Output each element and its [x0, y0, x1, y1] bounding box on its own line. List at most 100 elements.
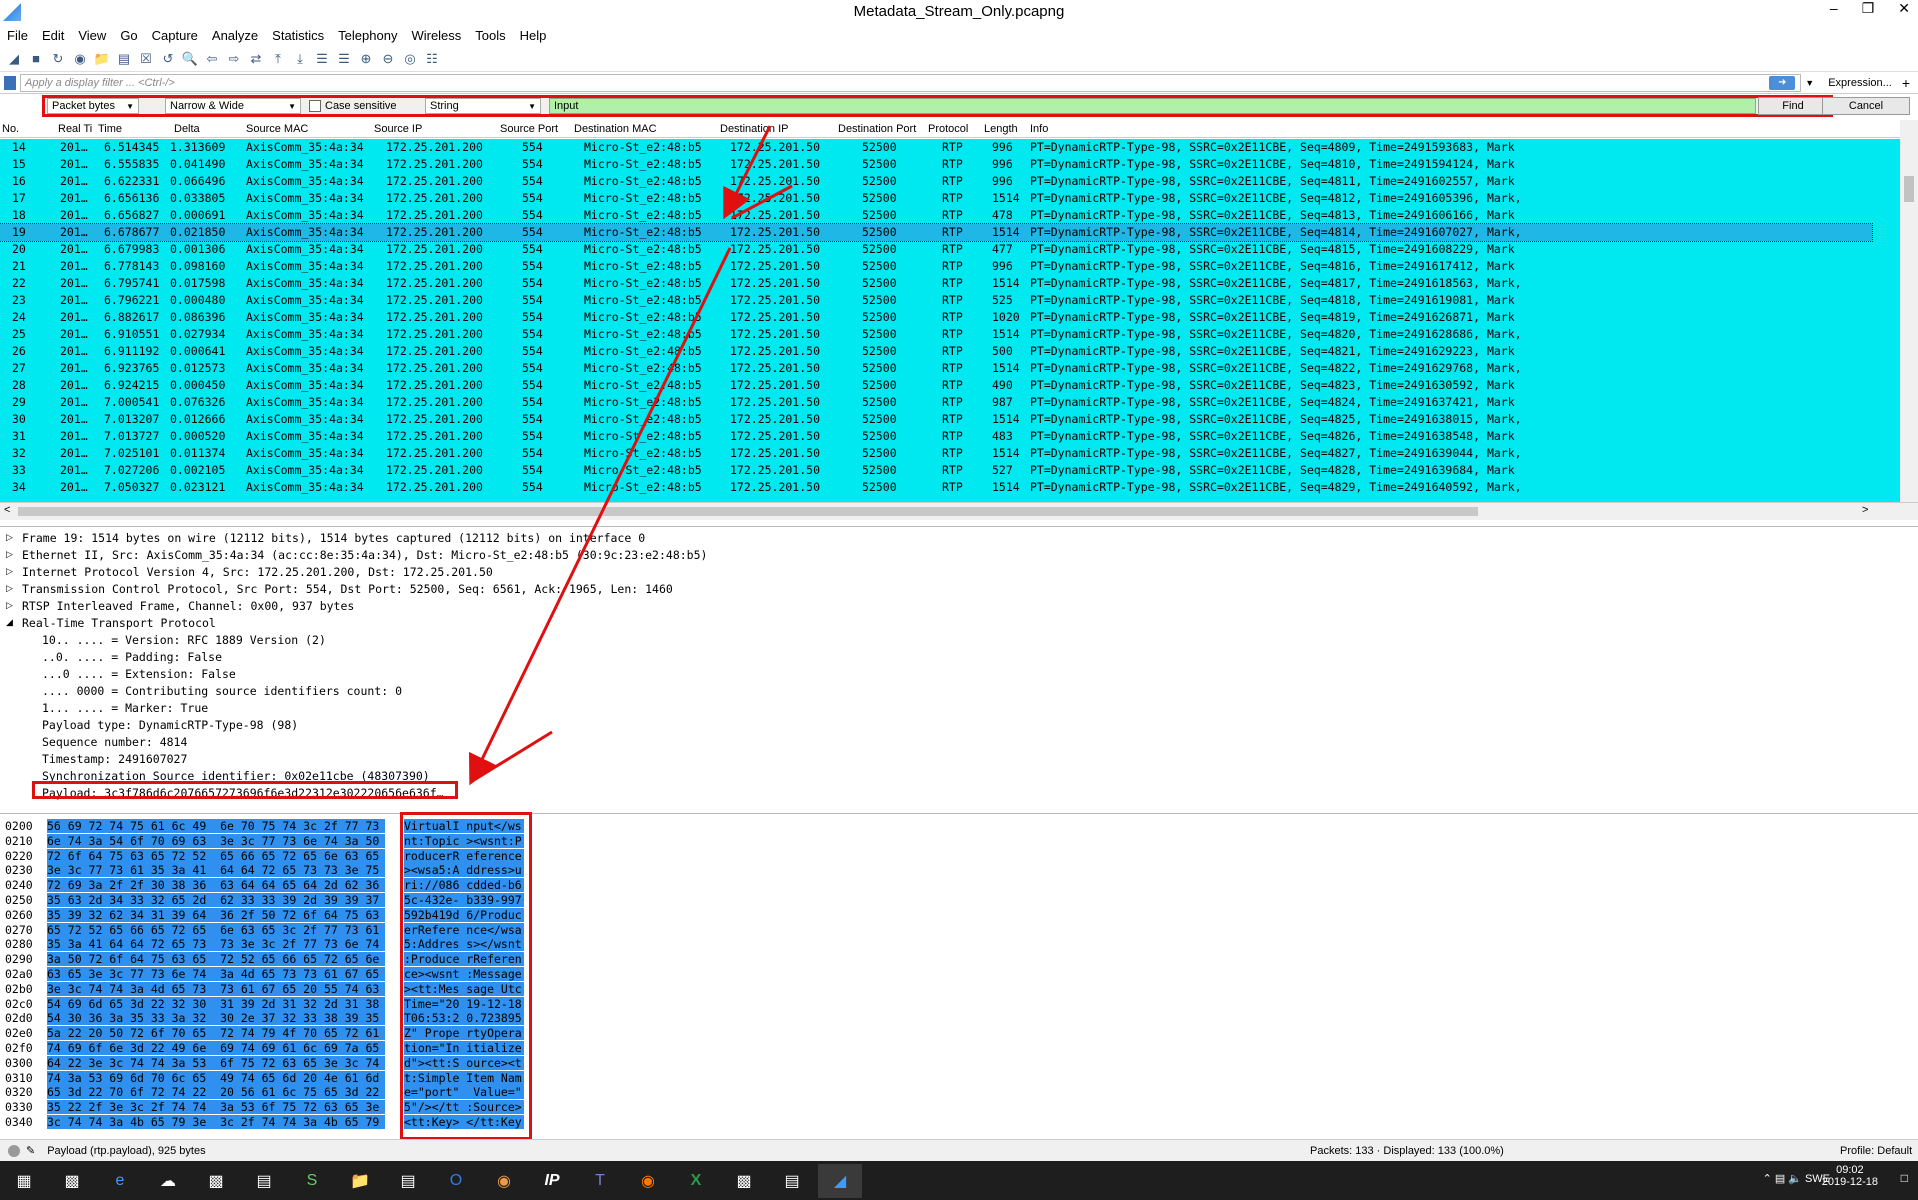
menu-wireless[interactable]: Wireless	[411, 28, 461, 43]
teams-app-icon[interactable]: T	[578, 1164, 622, 1198]
packet-list[interactable]: 14 201… 6.514345 1.313609 AxisComm_35:4a:34 1…	[0, 139, 1900, 502]
detail-tree-item[interactable]: RTSP Interleaved Frame, Channel: 0x00, 9…	[22, 599, 354, 613]
column-header-delta[interactable]: Delta	[174, 123, 200, 135]
packet-row[interactable]: 31 201… 7.013727 0.000520 AxisComm_35:4a:34 1…	[0, 428, 1872, 445]
tree-expander-icon[interactable]: ▷	[6, 532, 13, 543]
bytes-offset[interactable]: 0260	[5, 908, 33, 922]
find-button[interactable]: Find	[1758, 97, 1828, 115]
cloud-app-icon[interactable]: ☁	[146, 1164, 190, 1198]
bytes-offset[interactable]: 0200	[5, 819, 33, 833]
go-back-icon[interactable]: ⇦	[202, 49, 222, 69]
close-file-icon[interactable]: ☒	[136, 49, 156, 69]
save-file-icon[interactable]: ▤	[114, 49, 134, 69]
outlook-app-icon[interactable]: O	[434, 1164, 478, 1198]
column-header-protocol[interactable]: Protocol	[928, 123, 968, 135]
folder-app-icon[interactable]: 📁	[338, 1164, 382, 1198]
edit-comment-icon[interactable]: ✎	[26, 1144, 35, 1157]
menu-tools[interactable]: Tools	[475, 28, 505, 43]
detail-tree-item[interactable]: Internet Protocol Version 4, Src: 172.25…	[22, 565, 493, 579]
go-to-packet-icon[interactable]: ⇄	[246, 49, 266, 69]
tree-expander-icon[interactable]: ◢	[6, 617, 13, 628]
search-type-select[interactable]: String ▼	[425, 98, 541, 114]
packet-row[interactable]: 21 201… 6.778143 0.098160 AxisComm_35:4a:34 1…	[0, 258, 1872, 275]
first-packet-icon[interactable]: ⤒	[268, 49, 288, 69]
auto-scroll-icon[interactable]: ☰	[312, 49, 332, 69]
bytes-hex[interactable]: 3a 50 72 6f 64 75 63 65 72 52 65 66 65 7…	[47, 952, 385, 967]
close-icon[interactable]: ✕	[1898, 0, 1910, 17]
packet-row[interactable]: 24 201… 6.882617 0.086396 AxisComm_35:4a:34 1…	[0, 309, 1872, 326]
expression-button[interactable]: Expression...	[1828, 77, 1892, 89]
menu-analyze[interactable]: Analyze	[212, 28, 258, 43]
packet-bytes-pane[interactable]: 0200 56 69 72 74 75 61 6c 49 6e 70 75 74 …	[0, 813, 1918, 1135]
column-header-time[interactable]: Time	[98, 123, 122, 135]
packet-row[interactable]: 27 201… 6.923765 0.012573 AxisComm_35:4a:34 1…	[0, 360, 1872, 377]
detail-tree-item[interactable]: Transmission Control Protocol, Src Port:…	[22, 582, 673, 596]
detail-tree-item[interactable]: Payload type: DynamicRTP-Type-98 (98)	[42, 718, 298, 732]
menu-telephony[interactable]: Telephony	[338, 28, 397, 43]
restore-icon[interactable]: ❐	[1862, 0, 1875, 17]
packet-row[interactable]: 17 201… 6.656136 0.033805 AxisComm_35:4a:34 1…	[0, 190, 1872, 207]
column-header-real-ti[interactable]: Real Ti	[58, 123, 92, 135]
stop-capture-icon[interactable]: ■	[26, 49, 46, 69]
detail-tree-item[interactable]: 1... .... = Marker: True	[42, 701, 208, 715]
packet-row[interactable]: 16 201… 6.622331 0.066496 AxisComm_35:4a:34 1…	[0, 173, 1872, 190]
tree-expander-icon[interactable]: ▷	[6, 549, 13, 560]
bytes-hex[interactable]: 72 6f 64 75 63 65 72 52 65 66 65 72 65 6…	[47, 848, 385, 863]
windows-start-icon[interactable]: ▦	[2, 1164, 46, 1198]
column-header-info[interactable]: Info	[1030, 123, 1048, 135]
add-filter-button[interactable]: +	[1902, 75, 1910, 91]
zoom-in-icon[interactable]: ⊕	[356, 49, 376, 69]
tree-expander-icon[interactable]: ▷	[6, 583, 13, 594]
bytes-hex[interactable]: 5a 22 20 50 72 6f 70 65 72 74 79 4f 70 6…	[47, 1026, 385, 1041]
notifications-icon[interactable]: □	[1901, 1171, 1908, 1185]
bytes-offset[interactable]: 0340	[5, 1115, 33, 1129]
column-header-length[interactable]: Length	[984, 123, 1018, 135]
bytes-hex[interactable]: 64 22 3e 3c 74 74 3a 53 6f 75 72 63 65 3…	[47, 1055, 385, 1070]
restart-capture-icon[interactable]: ↻	[48, 49, 68, 69]
detail-tree-item[interactable]: ..0. .... = Padding: False	[42, 650, 222, 664]
column-header-source-mac[interactable]: Source MAC	[246, 123, 308, 135]
menu-statistics[interactable]: Statistics	[272, 28, 324, 43]
bytes-offset[interactable]: 0290	[5, 952, 33, 966]
bytes-hex[interactable]: 65 3d 22 70 6f 72 74 22 20 56 61 6c 75 6…	[47, 1085, 385, 1100]
find-packet-icon[interactable]: 🔍	[180, 49, 200, 69]
packet-row[interactable]: 34 201… 7.050327 0.023121 AxisComm_35:4a:34 1…	[0, 479, 1872, 496]
last-packet-icon[interactable]: ⤓	[290, 49, 310, 69]
tray-icons[interactable]: ⌃ ▤ 🔈	[1763, 1172, 1802, 1185]
system-clock[interactable]: ⌃ ▤ 🔈 SWE 09:02 2019-12-18	[1763, 1164, 1878, 1188]
bytes-hex[interactable]: 3e 3c 77 73 61 35 3a 41 64 64 72 65 73 7…	[47, 863, 385, 878]
firefox-app-icon[interactable]: ◉	[626, 1164, 670, 1198]
detail-tree-item[interactable]: Sequence number: 4814	[42, 735, 187, 749]
packet-row[interactable]: 29 201… 7.000541 0.076326 AxisComm_35:4a:34 1…	[0, 394, 1872, 411]
column-header-source-ip[interactable]: Source IP	[374, 123, 422, 135]
tree-expander-icon[interactable]: ▷	[6, 566, 13, 577]
packet-list-hscrollbar[interactable]: < >	[0, 502, 1918, 520]
start-capture-icon[interactable]: ◢	[4, 49, 24, 69]
bytes-offset[interactable]: 0220	[5, 849, 33, 863]
bytes-hex[interactable]: 54 69 6d 65 3d 22 32 30 31 39 2d 31 32 2…	[47, 996, 385, 1011]
packet-row[interactable]: 20 201… 6.679983 0.001306 AxisComm_35:4a:34 1…	[0, 241, 1872, 258]
column-header-destination-ip[interactable]: Destination IP	[720, 123, 788, 135]
menu-file[interactable]: File	[7, 28, 28, 43]
ip-app-icon[interactable]: IP	[530, 1164, 574, 1198]
menu-view[interactable]: View	[78, 28, 106, 43]
packet-row[interactable]: 25 201… 6.910551 0.027934 AxisComm_35:4a:34 1…	[0, 326, 1872, 343]
ie-app-icon[interactable]: e	[98, 1164, 142, 1198]
search-in-select[interactable]: Packet bytes ▼	[47, 98, 139, 114]
bytes-hex[interactable]: 74 69 6f 6e 3d 22 49 6e 69 74 69 61 6c 6…	[47, 1041, 385, 1055]
packet-list-scrollbar[interactable]	[1900, 120, 1918, 502]
bytes-hex[interactable]: 72 69 3a 2f 2f 30 38 36 63 64 64 65 64 2…	[47, 878, 385, 893]
bytes-offset[interactable]: 02f0	[5, 1041, 33, 1055]
bytes-offset[interactable]: 0310	[5, 1071, 33, 1085]
bookmark-icon[interactable]	[4, 75, 16, 90]
colorize-icon[interactable]: ☰	[334, 49, 354, 69]
column-header-destination-port[interactable]: Destination Port	[838, 123, 916, 135]
s-app-icon[interactable]: S	[290, 1164, 334, 1198]
resize-columns-icon[interactable]: ☷	[422, 49, 442, 69]
packet-row[interactable]: 22 201… 6.795741 0.017598 AxisComm_35:4a:34 1…	[0, 275, 1872, 292]
bytes-hex[interactable]: 35 63 2d 34 33 32 65 2d 62 33 33 39 2d 3…	[47, 893, 385, 907]
bytes-hex[interactable]: 65 72 52 65 66 65 72 65 6e 63 65 3c 2f 7…	[47, 922, 385, 937]
scroll-left-icon[interactable]: <	[4, 504, 10, 516]
column-header-source-port[interactable]: Source Port	[500, 123, 558, 135]
column-header-no-[interactable]: No.	[2, 123, 19, 135]
